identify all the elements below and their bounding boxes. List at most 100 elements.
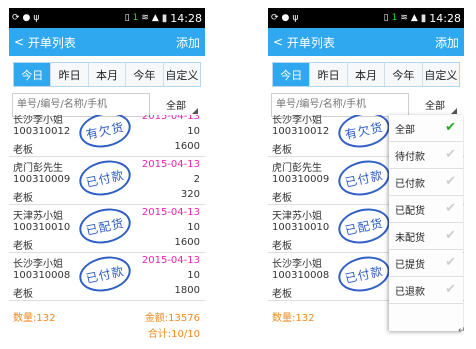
add-button[interactable]: 添加	[176, 34, 200, 51]
tab-today[interactable]: 今日	[273, 63, 311, 86]
tab-today[interactable]: 今日	[14, 63, 52, 86]
total-amount: 金额:13576	[144, 313, 200, 324]
customer-name: 天津苏小姐	[13, 211, 63, 222]
filter-option-unallocated[interactable]: 未配货 ✔	[389, 223, 463, 250]
tab-this-year[interactable]: 今年	[385, 63, 423, 86]
sim-signal-label: 1	[132, 13, 139, 23]
cat-icon: ●	[22, 13, 31, 23]
order-amount: 1600	[174, 141, 200, 152]
check-icon: ✔	[445, 228, 456, 243]
customer-name: 天津苏小姐	[272, 211, 322, 222]
title-bar: < 开单列表 添加	[9, 28, 205, 56]
check-icon: ✔	[445, 255, 456, 270]
status-filter-select[interactable]: 全部	[409, 93, 461, 117]
tab-yesterday[interactable]: 昨日	[51, 63, 89, 86]
status-stamp: 已配货	[76, 203, 134, 249]
status-filter-select[interactable]: 全部	[150, 93, 202, 117]
customer-name: 长沙李小姐	[272, 115, 322, 126]
filter-option-label: 未配货	[395, 232, 425, 244]
customer-role: 老板	[13, 145, 33, 156]
filter-option-label: 全部	[395, 124, 415, 136]
customer-role: 老板	[13, 193, 33, 204]
filter-option-allocated[interactable]: 已配货 ✔	[389, 196, 463, 223]
page-title: 开单列表	[27, 35, 76, 50]
text-cursor-icon: ↵	[458, 326, 466, 336]
wifi-icon: ≋	[400, 13, 408, 23]
clock: 14:28	[429, 11, 461, 25]
order-date: 2015-04-13	[141, 115, 200, 122]
status-filter-menu: 全部 ✔ 待付款 ✔ 已付款 ✔ 已配货 ✔ 未配货 ✔ 已提货 ✔ 已退款 ✔	[389, 115, 463, 331]
check-icon: ✔	[445, 201, 456, 216]
total-count: 数量:132	[13, 313, 56, 324]
order-date: 2015-04-13	[141, 207, 200, 218]
order-number: 100310009	[13, 174, 71, 185]
tab-this-month[interactable]: 本月	[88, 63, 127, 86]
status-stamp: 已配货	[335, 203, 393, 249]
app-icon: ⟳	[271, 13, 279, 23]
order-quantity: 10	[187, 222, 200, 233]
check-icon: ✔	[445, 174, 456, 189]
status-stamp: 有欠货	[76, 115, 134, 153]
customer-role: 老板	[13, 289, 33, 300]
search-input[interactable]	[12, 92, 150, 117]
order-row[interactable]: 长沙李小姐 100310012 老板 2015-04-13 10 1600 有欠…	[9, 115, 205, 157]
add-button[interactable]: 添加	[435, 34, 459, 51]
total-count: 数量:132	[272, 313, 315, 324]
status-stamp: 已付款	[335, 155, 393, 201]
check-icon: ✔	[445, 147, 456, 162]
order-number: 100310008	[272, 270, 330, 281]
chevron-left-icon: <	[273, 35, 287, 49]
filter-option-label: 待付款	[395, 151, 425, 163]
date-tabs: 今日 昨日 本月 今年 自定义	[13, 62, 201, 87]
filter-option-all[interactable]: 全部 ✔	[389, 115, 463, 142]
order-amount: 320	[180, 189, 200, 200]
status-stamp: 有欠货	[335, 115, 393, 153]
order-number: 100310010	[272, 222, 330, 233]
filter-option-pending-payment[interactable]: 待付款 ✔	[389, 142, 463, 169]
back-button[interactable]: < 开单列表	[14, 34, 76, 51]
phone-screen-right: ⟳ ● ψ ▯ 1 ≋ ▲ ▮ 14:28 < 开单列表 添加 今日 昨日 本月…	[268, 8, 464, 343]
filter-option-paid[interactable]: 已付款 ✔	[389, 169, 463, 196]
tab-custom[interactable]: 自定义	[422, 63, 460, 86]
order-amount: 1800	[174, 285, 200, 296]
filter-option-label: 已配货	[395, 205, 425, 217]
filter-option-label: 已付款	[395, 178, 425, 190]
back-button[interactable]: < 开单列表	[273, 34, 335, 51]
customer-role: 老板	[272, 145, 292, 156]
order-quantity: 10	[187, 270, 200, 281]
chevron-left-icon: <	[14, 35, 28, 49]
vibrate-icon: ▯	[124, 13, 130, 23]
tab-yesterday[interactable]: 昨日	[310, 63, 348, 86]
order-row[interactable]: 天津苏小姐 100310010 老板 2015-04-13 10 1600 已配…	[9, 203, 205, 253]
tab-custom[interactable]: 自定义	[163, 63, 201, 86]
summary-footer: 数量:132 金额:13576 合计:10/10	[9, 306, 205, 343]
status-bar: ⟳ ● ψ ▯ 1 ≋ ▲ ▮ 14:28	[268, 8, 464, 28]
status-filter-label: 全部	[425, 101, 445, 112]
filter-option-label: 已提货	[395, 259, 425, 271]
search-row: 全部	[12, 92, 202, 117]
search-row: 全部	[271, 92, 461, 117]
cat-icon: ●	[281, 13, 290, 23]
status-filter-label: 全部	[166, 101, 186, 112]
app-icon: ⟳	[12, 13, 20, 23]
customer-role: 老板	[13, 241, 33, 252]
customer-name: 长沙李小姐	[13, 259, 63, 270]
order-row[interactable]: 长沙李小姐 100310008 老板 2015-04-13 10 1800 已付…	[9, 251, 205, 301]
vibrate-icon: ▯	[383, 13, 389, 23]
tab-this-month[interactable]: 本月	[347, 63, 386, 86]
clock: 14:28	[170, 11, 202, 25]
filter-option-refunded[interactable]: 已退款 ✔	[389, 277, 463, 304]
filter-option-picked-up[interactable]: 已提货 ✔	[389, 250, 463, 277]
order-row[interactable]: 虎门彭先生 100310009 老板 2015-04-13 2 320 已付款	[9, 155, 205, 205]
phone-screen-left: ⟳ ● ψ ▯ 1 ≋ ▲ ▮ 14:28 < 开单列表 添加 今日 昨日 本月…	[9, 8, 205, 343]
tab-this-year[interactable]: 今年	[126, 63, 164, 86]
order-list[interactable]: 长沙李小姐 100310012 老板 2015-04-13 10 1600 有欠…	[9, 115, 205, 305]
search-input[interactable]	[271, 92, 409, 117]
customer-role: 老板	[272, 241, 292, 252]
order-number: 100310008	[13, 270, 71, 281]
status-stamp: 已付款	[335, 251, 393, 297]
battery-icon: ▮	[161, 12, 168, 24]
customer-name: 长沙李小姐	[13, 115, 63, 126]
usb-icon: ψ	[33, 13, 40, 23]
customer-name: 虎门彭先生	[13, 163, 63, 174]
